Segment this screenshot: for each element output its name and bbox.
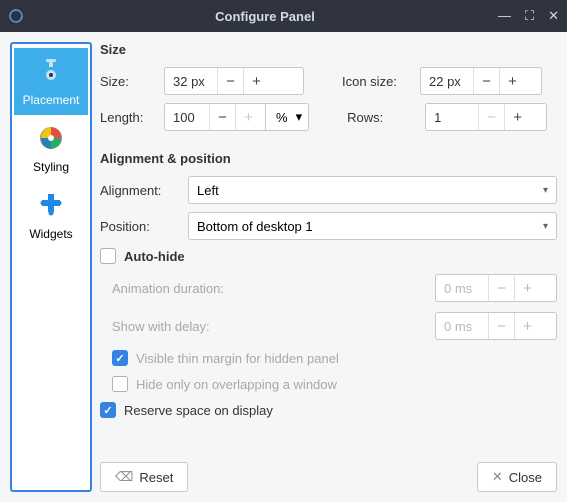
decrement-icon: − bbox=[488, 313, 514, 339]
reserve-checkbox[interactable]: ✓ bbox=[100, 402, 116, 418]
delay-spinner: − + bbox=[435, 312, 557, 340]
reset-label: Reset bbox=[139, 470, 173, 485]
minimize-icon[interactable]: — bbox=[498, 8, 511, 24]
sidebar: Placement Styling Widgets bbox=[10, 42, 92, 492]
length-label: Length: bbox=[100, 110, 156, 125]
position-value: Bottom of desktop 1 bbox=[197, 219, 313, 234]
margin-checkbox: ✓ bbox=[112, 350, 128, 366]
icon-size-label: Icon size: bbox=[342, 74, 412, 89]
placement-icon bbox=[16, 54, 86, 88]
autohide-checkbox[interactable] bbox=[100, 248, 116, 264]
window-title: Configure Panel bbox=[32, 9, 498, 24]
icon-size-input[interactable] bbox=[421, 68, 473, 94]
autohide-row: Auto-hide bbox=[100, 248, 557, 264]
app-icon bbox=[8, 8, 24, 24]
delay-input bbox=[436, 313, 488, 339]
decrement-icon[interactable]: − bbox=[209, 104, 235, 130]
animation-input bbox=[436, 275, 488, 301]
margin-label: Visible thin margin for hidden panel bbox=[136, 351, 339, 366]
animation-label: Animation duration: bbox=[112, 281, 224, 296]
increment-icon[interactable]: + bbox=[235, 104, 261, 130]
overlap-checkbox bbox=[112, 376, 128, 392]
size-label: Size: bbox=[100, 74, 156, 89]
increment-icon[interactable]: + bbox=[243, 68, 269, 94]
increment-icon[interactable]: + bbox=[504, 104, 530, 130]
close-button[interactable]: ✕ Close bbox=[477, 462, 557, 492]
close-label: Close bbox=[509, 470, 542, 485]
length-combo: − + % ▾ bbox=[164, 103, 309, 131]
styling-icon bbox=[16, 121, 86, 155]
rows-label: Rows: bbox=[347, 110, 417, 125]
length-input[interactable] bbox=[165, 104, 209, 130]
decrement-icon[interactable]: − bbox=[217, 68, 243, 94]
position-select[interactable]: Bottom of desktop 1 ▾ bbox=[188, 212, 557, 240]
icon-size-spinner[interactable]: − + bbox=[420, 67, 542, 95]
delay-label: Show with delay: bbox=[112, 319, 210, 334]
decrement-icon[interactable]: − bbox=[478, 104, 504, 130]
reserve-row: ✓ Reserve space on display bbox=[100, 402, 557, 418]
size-heading: Size bbox=[100, 42, 557, 57]
chevron-down-icon: ▾ bbox=[543, 221, 548, 232]
animation-spinner: − + bbox=[435, 274, 557, 302]
position-label: Position: bbox=[100, 219, 180, 234]
sidebar-item-label: Placement bbox=[23, 93, 80, 107]
increment-icon[interactable]: + bbox=[499, 68, 525, 94]
chevron-down-icon: ▾ bbox=[543, 185, 548, 196]
footer: ⌫ Reset ✕ Close bbox=[100, 454, 557, 492]
window-controls: — ⛶ ✕ bbox=[498, 8, 559, 24]
close-icon: ✕ bbox=[492, 469, 503, 485]
reserve-label: Reserve space on display bbox=[124, 403, 273, 418]
autohide-label: Auto-hide bbox=[124, 249, 185, 264]
length-unit-select[interactable]: % ▾ bbox=[266, 103, 309, 131]
alignment-value: Left bbox=[197, 183, 219, 198]
size-input[interactable] bbox=[165, 68, 217, 94]
titlebar: Configure Panel — ⛶ ✕ bbox=[0, 0, 567, 32]
increment-icon: + bbox=[514, 275, 540, 301]
increment-icon: + bbox=[514, 313, 540, 339]
alignment-heading: Alignment & position bbox=[100, 151, 557, 166]
overlap-label: Hide only on overlapping a window bbox=[136, 377, 337, 392]
rows-input[interactable] bbox=[426, 104, 478, 130]
decrement-icon[interactable]: − bbox=[473, 68, 499, 94]
maximize-icon[interactable]: ⛶ bbox=[525, 8, 534, 24]
reset-icon: ⌫ bbox=[115, 469, 133, 485]
widgets-icon bbox=[16, 188, 86, 222]
decrement-icon: − bbox=[488, 275, 514, 301]
sidebar-item-widgets[interactable]: Widgets bbox=[14, 182, 88, 249]
close-icon[interactable]: ✕ bbox=[548, 8, 559, 24]
main-panel: Size Size: − + Icon size: − + Length: bbox=[100, 42, 557, 492]
length-spinner[interactable]: − + bbox=[164, 103, 266, 131]
sidebar-item-placement[interactable]: Placement bbox=[14, 48, 88, 115]
rows-spinner[interactable]: − + bbox=[425, 103, 547, 131]
length-unit-value: % bbox=[276, 110, 288, 125]
reset-button[interactable]: ⌫ Reset bbox=[100, 462, 188, 492]
size-spinner[interactable]: − + bbox=[164, 67, 304, 95]
chevron-down-icon: ▾ bbox=[296, 109, 303, 125]
sidebar-item-label: Widgets bbox=[29, 227, 72, 241]
sidebar-item-styling[interactable]: Styling bbox=[14, 115, 88, 182]
alignment-label: Alignment: bbox=[100, 183, 180, 198]
sidebar-item-label: Styling bbox=[33, 160, 69, 174]
alignment-select[interactable]: Left ▾ bbox=[188, 176, 557, 204]
